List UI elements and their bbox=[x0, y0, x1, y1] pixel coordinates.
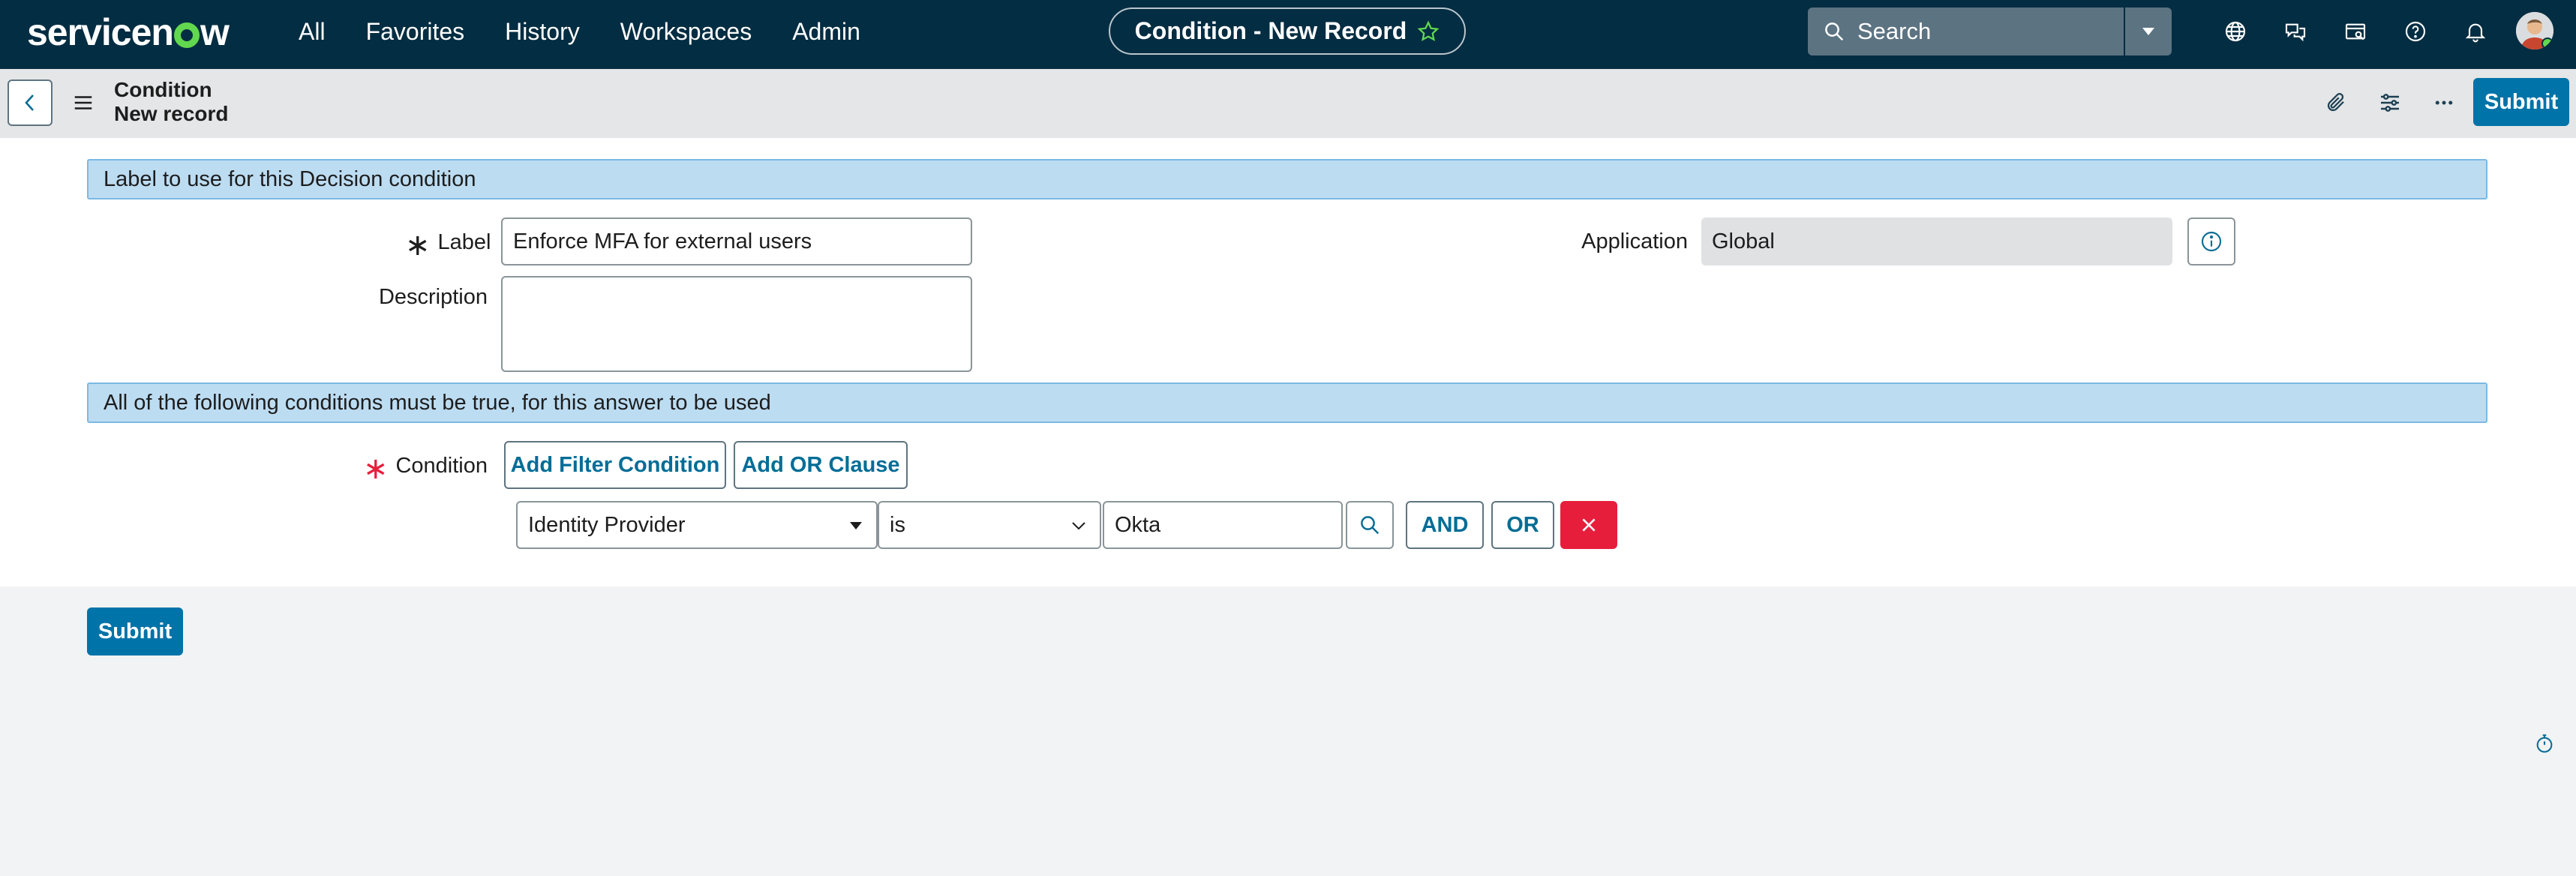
condition-value-input[interactable]: Okta bbox=[1103, 501, 1343, 549]
application-info-button[interactable] bbox=[2187, 218, 2235, 266]
top-navigation-bar: servicen w All Favorites History Workspac… bbox=[0, 0, 2576, 69]
info-icon bbox=[2201, 231, 2222, 252]
nav-icon-group bbox=[2205, 15, 2505, 48]
application-field-label: Application bbox=[1581, 230, 1688, 254]
nav-workspaces[interactable]: Workspaces bbox=[620, 18, 752, 46]
help-icon[interactable] bbox=[2385, 15, 2445, 48]
logo-o-ring bbox=[173, 22, 200, 48]
and-condition-button[interactable]: AND bbox=[1406, 501, 1484, 549]
star-icon[interactable] bbox=[1417, 20, 1440, 43]
caret-down-icon bbox=[2142, 28, 2154, 35]
bell-icon[interactable] bbox=[2445, 15, 2505, 48]
search-scope-dropdown[interactable] bbox=[2124, 8, 2172, 56]
close-icon bbox=[1582, 518, 1596, 532]
mandatory-asterisk-icon: ∗ bbox=[362, 452, 389, 485]
label-field-label: ∗ Label bbox=[405, 229, 491, 262]
user-avatar[interactable] bbox=[2516, 12, 2553, 50]
form-header: Condition New record Submit bbox=[0, 69, 2576, 138]
header-action-icons bbox=[2309, 86, 2471, 120]
record-heading: Condition New record bbox=[114, 78, 229, 126]
condition-field-label: ∗ Condition bbox=[362, 452, 488, 485]
more-icon[interactable] bbox=[2417, 86, 2471, 120]
submit-button-top[interactable]: Submit bbox=[2473, 78, 2569, 126]
nav-links: All Favorites History Workspaces Admin bbox=[299, 0, 901, 63]
record-title-pill[interactable]: Condition - New Record bbox=[1109, 8, 1466, 55]
scratchpad-icon[interactable] bbox=[2325, 15, 2385, 48]
search-icon bbox=[1825, 22, 1844, 41]
globe-icon[interactable] bbox=[2205, 15, 2265, 48]
back-button[interactable] bbox=[8, 80, 53, 126]
record-table-name: Condition bbox=[114, 78, 212, 101]
condition-operator-select[interactable]: is bbox=[878, 501, 1101, 549]
hamburger-menu-icon[interactable] bbox=[72, 92, 95, 114]
mandatory-asterisk-icon: ∗ bbox=[405, 229, 431, 262]
caret-down-icon bbox=[850, 522, 862, 530]
record-title-label: Condition - New Record bbox=[1134, 17, 1407, 44]
search-icon bbox=[1361, 516, 1380, 535]
chevron-down-icon bbox=[1072, 522, 1085, 530]
delete-condition-button[interactable] bbox=[1560, 501, 1617, 549]
chevron-left-icon bbox=[25, 94, 34, 111]
add-or-clause-button[interactable]: Add OR Clause bbox=[734, 441, 908, 489]
attachment-icon[interactable] bbox=[2309, 86, 2363, 120]
servicenow-logo[interactable]: servicen w bbox=[27, 10, 230, 54]
nav-all[interactable]: All bbox=[299, 18, 326, 46]
chat-icon[interactable] bbox=[2265, 15, 2325, 48]
description-textarea[interactable] bbox=[501, 276, 972, 372]
label-input[interactable]: Enforce MFA for external users bbox=[501, 218, 972, 266]
or-condition-button[interactable]: OR bbox=[1491, 501, 1554, 549]
nav-admin[interactable]: Admin bbox=[792, 18, 860, 46]
global-search[interactable]: Search bbox=[1808, 8, 2172, 56]
stopwatch-icon[interactable] bbox=[2534, 734, 2555, 754]
add-filter-condition-button[interactable]: Add Filter Condition bbox=[504, 441, 726, 489]
description-field-label: Description bbox=[378, 285, 488, 309]
application-readonly-field: Global bbox=[1701, 218, 2172, 266]
nav-history[interactable]: History bbox=[505, 18, 580, 46]
condition-lookup-button[interactable] bbox=[1346, 501, 1394, 549]
nav-favorites[interactable]: Favorites bbox=[366, 18, 465, 46]
presence-status-icon bbox=[2541, 38, 2553, 50]
search-input[interactable]: Search bbox=[1857, 18, 2124, 45]
settings-icon[interactable] bbox=[2363, 86, 2417, 120]
label-section-banner: Label to use for this Decision condition bbox=[87, 159, 2487, 200]
submit-button-bottom[interactable]: Submit bbox=[87, 608, 183, 656]
conditions-section-banner: All of the following conditions must be … bbox=[87, 382, 2487, 423]
record-form: Label to use for this Decision condition… bbox=[0, 138, 2576, 586]
condition-field-select[interactable]: Identity Provider bbox=[516, 501, 878, 549]
record-state: New record bbox=[114, 102, 229, 125]
